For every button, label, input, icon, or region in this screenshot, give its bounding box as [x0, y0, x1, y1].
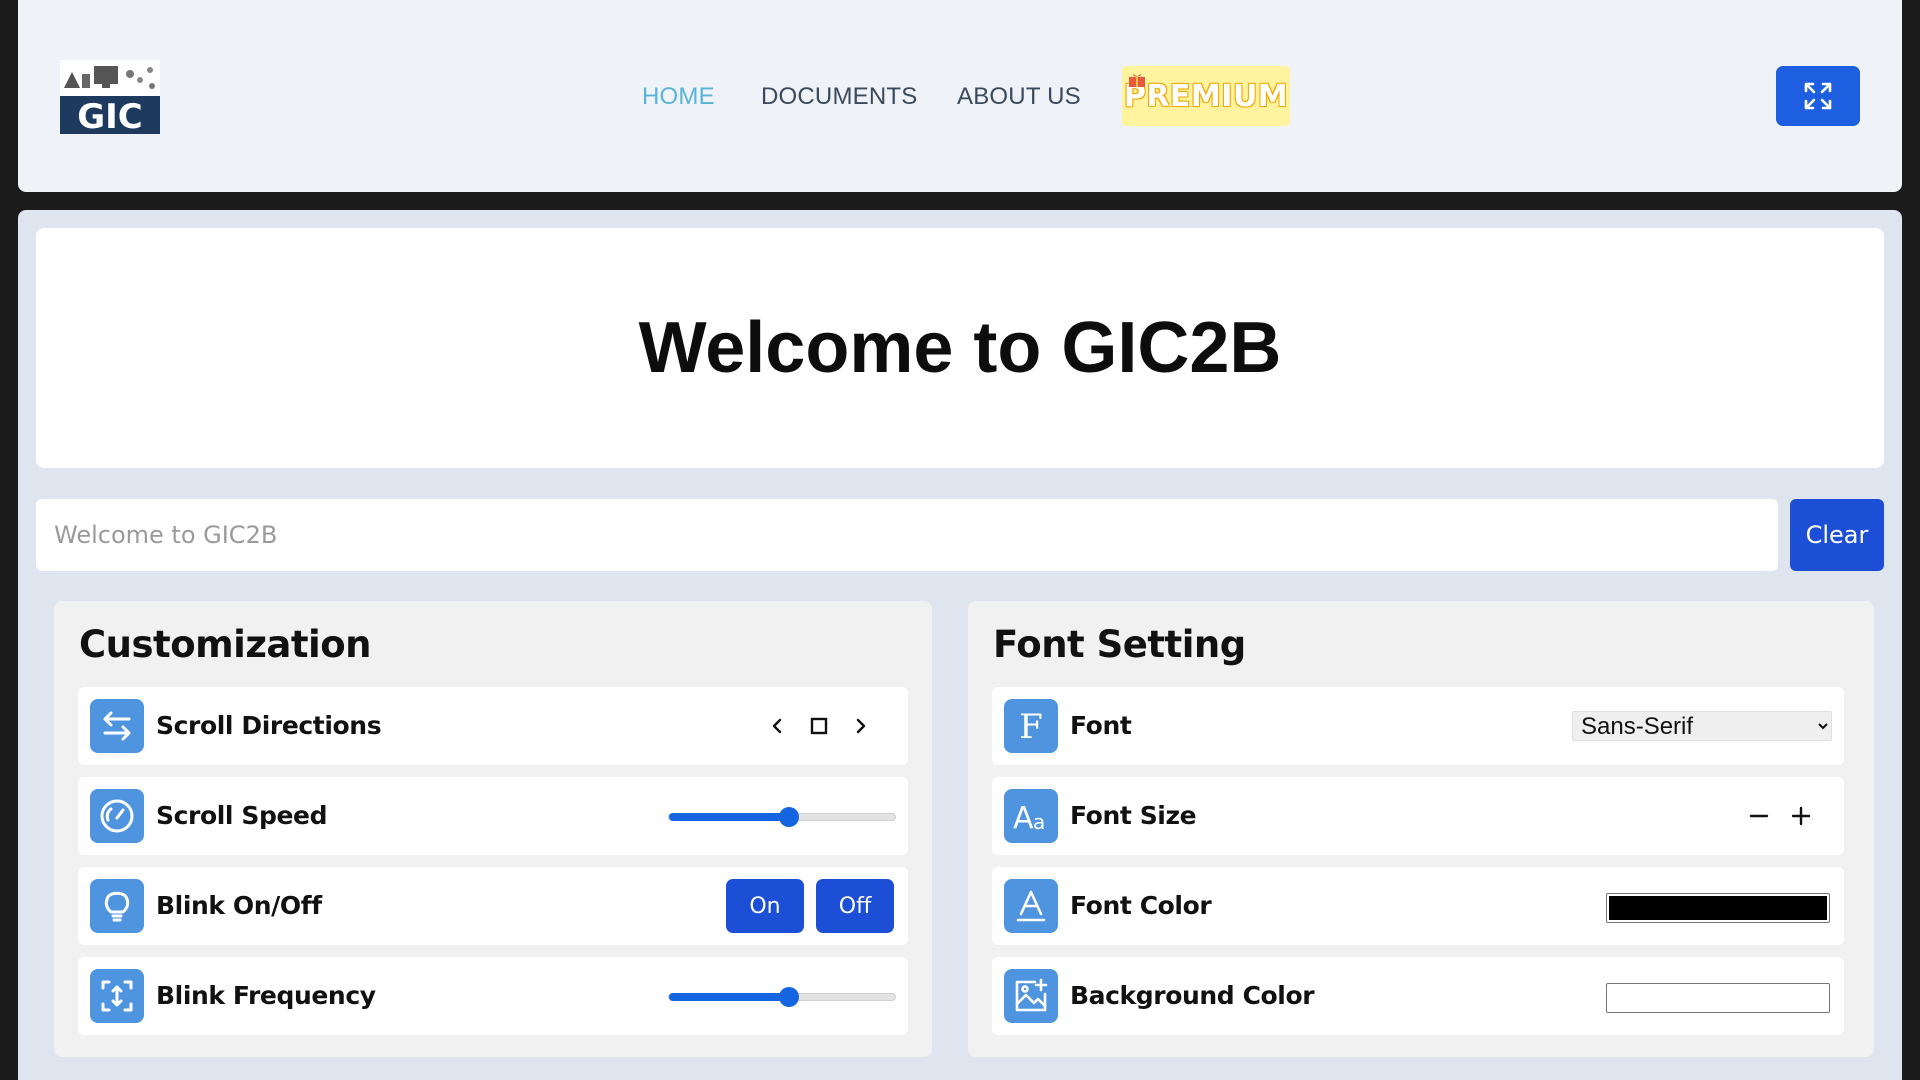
font-color-icon [1004, 879, 1058, 933]
arrows-left-right-icon [90, 699, 144, 753]
blink-frequency-row: Blink Frequency [78, 957, 908, 1035]
slider-thumb[interactable] [778, 807, 799, 827]
expand-icon [1804, 82, 1832, 110]
scroll-stop-button[interactable] [804, 711, 834, 741]
nav-home-link[interactable]: HOME [642, 80, 715, 114]
slider-fill [669, 993, 789, 1001]
text-size-icon: A a [1004, 789, 1058, 843]
svg-text:A: A [1013, 801, 1034, 836]
nav-documents-link[interactable]: DOCUMENTS [761, 80, 917, 114]
font-select[interactable]: Sans-Serif [1572, 711, 1832, 741]
premium-button[interactable]: PREMIUM [1122, 66, 1290, 126]
scroll-left-button[interactable] [762, 711, 792, 741]
svg-text:a: a [1033, 810, 1045, 834]
scroll-directions-row: Scroll Directions [78, 687, 908, 765]
premium-label: PREMIUM [1123, 78, 1289, 114]
font-label: Font [1070, 711, 1132, 740]
scroll-speed-slider[interactable] [668, 807, 896, 827]
font-size-increase-button[interactable] [1786, 801, 1816, 831]
blink-frequency-slider[interactable] [668, 987, 896, 1007]
minus-icon [1749, 814, 1769, 818]
font-setting-title: Font Setting [993, 623, 1246, 666]
font-f-icon: F [1004, 699, 1058, 753]
background-color-swatch [1609, 986, 1827, 1010]
background-color-label: Background Color [1070, 981, 1315, 1010]
top-header: GIC HOME DOCUMENTS ABOUT US PREMIUM [18, 0, 1902, 192]
image-add-icon [1004, 969, 1058, 1023]
customization-title: Customization [79, 623, 372, 666]
fullscreen-button[interactable] [1776, 66, 1860, 126]
background-color-picker[interactable] [1606, 983, 1830, 1013]
font-color-swatch [1609, 896, 1827, 920]
font-color-row: Font Color [992, 867, 1844, 945]
main-nav: HOME DOCUMENTS ABOUT US [18, 80, 1902, 114]
clear-button[interactable]: Clear [1790, 499, 1884, 571]
font-color-label: Font Color [1070, 891, 1212, 920]
scroll-directions-label: Scroll Directions [156, 711, 382, 740]
blink-on-button[interactable]: On [726, 879, 804, 933]
background-color-row: Background Color [992, 957, 1844, 1035]
chevron-left-icon [772, 718, 782, 734]
chevron-right-icon [856, 718, 866, 734]
blink-row: Blink On/Off On Off [78, 867, 908, 945]
scroll-speed-row: Scroll Speed [78, 777, 908, 855]
scroll-speed-label: Scroll Speed [156, 801, 328, 830]
lightbulb-icon [90, 879, 144, 933]
font-size-label: Font Size [1070, 801, 1197, 830]
main-panel: Welcome to GIC2B Clear Customization Scr… [18, 210, 1902, 1080]
font-setting-panel: Font Setting F Font Sans-Serif A a Font … [968, 601, 1874, 1057]
font-size-row: A a Font Size [992, 777, 1844, 855]
speedometer-icon [90, 789, 144, 843]
frequency-icon [90, 969, 144, 1023]
welcome-title: Welcome to GIC2B [638, 308, 1282, 388]
blink-off-button[interactable]: Off [816, 879, 894, 933]
blink-frequency-label: Blink Frequency [156, 981, 376, 1010]
slider-thumb[interactable] [778, 987, 799, 1007]
blink-label: Blink On/Off [156, 891, 322, 920]
gift-icon [1129, 74, 1145, 87]
font-size-decrease-button[interactable] [1744, 801, 1774, 831]
nav-about-us-link[interactable]: ABOUT US [957, 80, 1081, 114]
font-color-picker[interactable] [1606, 893, 1830, 923]
font-row: F Font Sans-Serif [992, 687, 1844, 765]
stop-square-icon [810, 717, 828, 735]
slider-fill [669, 813, 789, 821]
plus-icon [1791, 806, 1811, 826]
svg-text:F: F [1019, 707, 1043, 746]
customization-panel: Customization Scroll Directions Scroll S… [54, 601, 932, 1057]
message-input[interactable] [36, 499, 1778, 571]
welcome-display: Welcome to GIC2B [36, 228, 1884, 468]
scroll-right-button[interactable] [846, 711, 876, 741]
